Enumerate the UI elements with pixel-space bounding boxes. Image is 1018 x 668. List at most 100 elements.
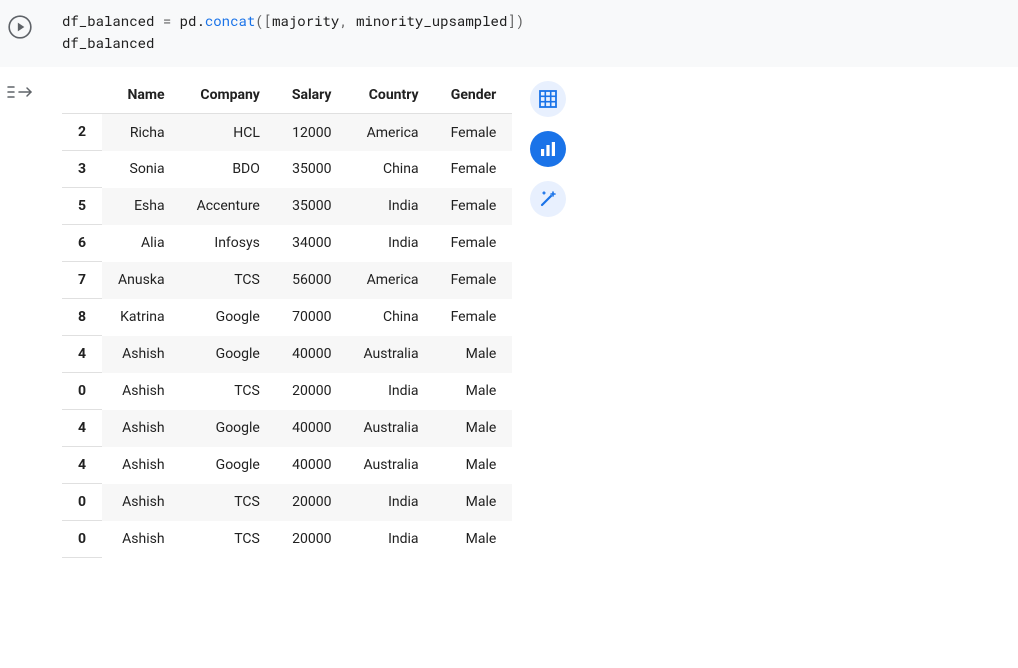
- code-token: df_balanced: [62, 33, 154, 52]
- bar-chart-icon: [539, 140, 557, 158]
- row-index: 3: [62, 151, 102, 188]
- column-header[interactable]: Gender: [435, 77, 513, 114]
- cell: India: [347, 373, 434, 410]
- row-index: 7: [62, 262, 102, 299]
- cell-output-area: NameCompanySalaryCountryGender 2RichaHCL…: [0, 67, 1018, 558]
- cell: Male: [435, 447, 513, 484]
- cell: Australia: [347, 447, 434, 484]
- row-index: 5: [62, 188, 102, 225]
- cell: America: [347, 262, 434, 299]
- table-row: 0AshishTCS20000IndiaMale: [62, 521, 512, 558]
- code-token: (: [255, 11, 263, 30]
- table-row: 8KatrinaGoogle70000ChinaFemale: [62, 299, 512, 336]
- cell: Google: [181, 447, 276, 484]
- column-header[interactable]: Company: [181, 77, 276, 114]
- code-token: concat: [205, 11, 255, 30]
- row-index: 0: [62, 484, 102, 521]
- code-token: [: [264, 11, 272, 30]
- grid-icon: [539, 90, 557, 108]
- cell-input-area: df_balanced = pd.concat([majority, minor…: [0, 0, 1018, 67]
- cell: 12000: [276, 114, 348, 151]
- table-row: 4AshishGoogle40000AustraliaMale: [62, 336, 512, 373]
- row-index: 0: [62, 521, 102, 558]
- cell: 40000: [276, 410, 348, 447]
- cell: India: [347, 225, 434, 262]
- column-header[interactable]: Salary: [276, 77, 348, 114]
- cell: 34000: [276, 225, 348, 262]
- output-body: NameCompanySalaryCountryGender 2RichaHCL…: [40, 77, 1018, 558]
- cell: Male: [435, 484, 513, 521]
- table-row: 4AshishGoogle40000AustraliaMale: [62, 447, 512, 484]
- cell: Richa: [102, 114, 181, 151]
- table-row: 7AnuskaTCS56000AmericaFemale: [62, 262, 512, 299]
- cell: India: [347, 188, 434, 225]
- table-body: 2RichaHCL12000AmericaFemale3SoniaBDO3500…: [62, 114, 512, 558]
- column-header[interactable]: Country: [347, 77, 434, 114]
- cell: 70000: [276, 299, 348, 336]
- code-token: ): [516, 11, 524, 30]
- cell: Female: [435, 262, 513, 299]
- cell: 35000: [276, 188, 348, 225]
- cell: 40000: [276, 447, 348, 484]
- row-index: 4: [62, 410, 102, 447]
- cell: 56000: [276, 262, 348, 299]
- row-index: 4: [62, 447, 102, 484]
- cell: Ashish: [102, 336, 181, 373]
- table-row: 0AshishTCS20000IndiaMale: [62, 484, 512, 521]
- code-token: pd: [171, 11, 196, 30]
- cell: 35000: [276, 151, 348, 188]
- cell: HCL: [181, 114, 276, 151]
- code-token: df_balanced: [62, 11, 163, 30]
- cell: China: [347, 299, 434, 336]
- interactive-table-button[interactable]: [530, 81, 566, 117]
- run-cell-button[interactable]: [0, 10, 40, 40]
- table-row: 2RichaHCL12000AmericaFemale: [62, 114, 512, 151]
- cell: India: [347, 521, 434, 558]
- notebook-cell: df_balanced = pd.concat([majority, minor…: [0, 0, 1018, 558]
- table-row: 6AliaInfosys34000IndiaFemale: [62, 225, 512, 262]
- table-row: 0AshishTCS20000IndiaMale: [62, 373, 512, 410]
- code-editor[interactable]: df_balanced = pd.concat([majority, minor…: [40, 10, 1018, 53]
- cell: Male: [435, 521, 513, 558]
- cell: Infosys: [181, 225, 276, 262]
- table-row: 4AshishGoogle40000AustraliaMale: [62, 410, 512, 447]
- cell: Ashish: [102, 373, 181, 410]
- code-token: ,: [339, 11, 347, 30]
- cell: Sonia: [102, 151, 181, 188]
- cell: 20000: [276, 484, 348, 521]
- run-icon: [7, 14, 33, 40]
- cell: TCS: [181, 484, 276, 521]
- cell: Male: [435, 373, 513, 410]
- table-row: 3SoniaBDO35000ChinaFemale: [62, 151, 512, 188]
- cell: Google: [181, 336, 276, 373]
- code-token: minority_upsampled: [348, 11, 508, 30]
- row-index: 6: [62, 225, 102, 262]
- cell: TCS: [181, 521, 276, 558]
- cell: TCS: [181, 262, 276, 299]
- cell: America: [347, 114, 434, 151]
- row-index: 4: [62, 336, 102, 373]
- index-corner: [62, 77, 102, 114]
- cell: Male: [435, 336, 513, 373]
- output-toggle-button[interactable]: [0, 77, 40, 101]
- code-token: =: [163, 11, 171, 30]
- code-token: majority: [272, 11, 339, 30]
- table-head: NameCompanySalaryCountryGender: [62, 77, 512, 114]
- code-token: ]: [507, 11, 515, 30]
- cell: Australia: [347, 336, 434, 373]
- code-token: .: [196, 11, 204, 30]
- dataframe-table: NameCompanySalaryCountryGender 2RichaHCL…: [62, 77, 512, 558]
- output-toggle-icon: [7, 83, 33, 101]
- chart-button[interactable]: [530, 131, 566, 167]
- cell: Ashish: [102, 447, 181, 484]
- suggest-chart-button[interactable]: [530, 181, 566, 217]
- row-index: 0: [62, 373, 102, 410]
- cell: Google: [181, 299, 276, 336]
- cell: Female: [435, 299, 513, 336]
- cell: Alia: [102, 225, 181, 262]
- cell: Accenture: [181, 188, 276, 225]
- row-index: 2: [62, 114, 102, 151]
- cell: Katrina: [102, 299, 181, 336]
- cell: 40000: [276, 336, 348, 373]
- column-header[interactable]: Name: [102, 77, 181, 114]
